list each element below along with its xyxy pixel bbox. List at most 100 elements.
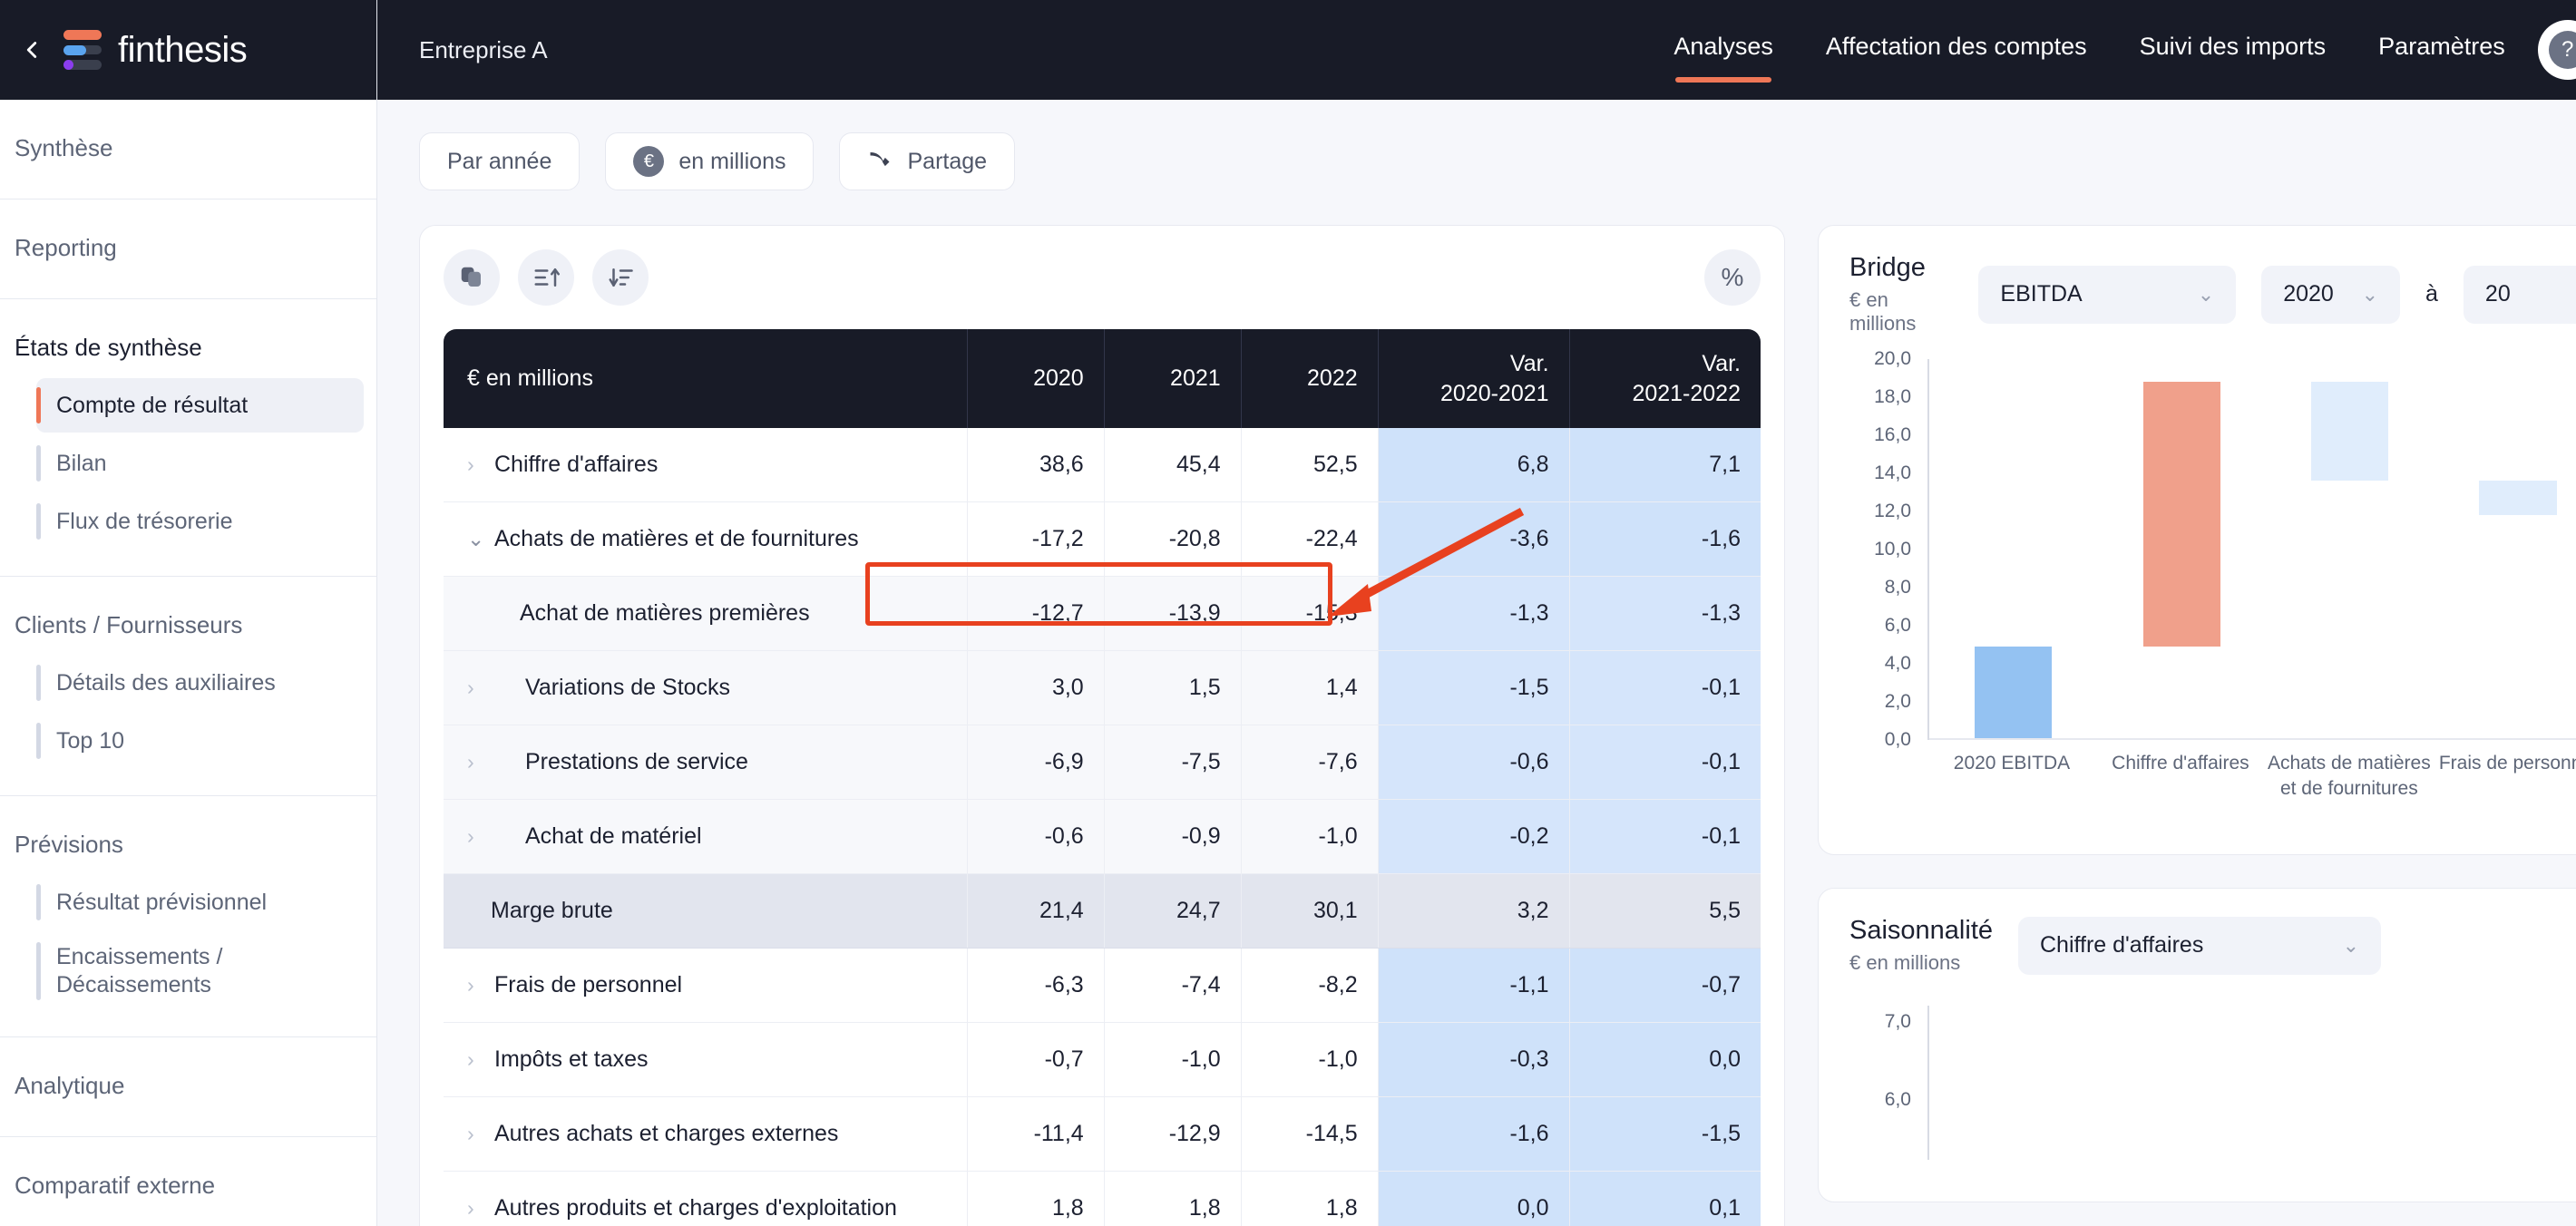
copy-icon[interactable]: [444, 249, 500, 306]
topnav-item-suivi-des-imports[interactable]: Suivi des imports: [2140, 33, 2327, 68]
variation-cell: -1,5: [1568, 1096, 1761, 1172]
bridge-card: Bridge € en millions EBITDA ⌄ 2020 ⌄ à 2…: [1818, 225, 2576, 855]
unit-millions-label: en millions: [678, 148, 786, 174]
col-header-label[interactable]: € en millions: [444, 329, 968, 428]
chevron-down-icon: ⌄: [2361, 282, 2379, 306]
row-label-cell[interactable]: › Autres achats et charges externes: [444, 1096, 968, 1172]
sidebar-item-top-10[interactable]: Top 10: [36, 714, 364, 768]
per-year-button[interactable]: Par année: [419, 132, 581, 190]
table-row[interactable]: › Achat de matériel -0,6 -0,9 -1,0 -0,2 -0,1: [444, 799, 1761, 874]
bridge-bar[interactable]: [2310, 382, 2389, 482]
row-label-cell[interactable]: › Autres produits et charges d'exploitati…: [444, 1171, 968, 1226]
bridge-bar[interactable]: [2479, 481, 2557, 516]
sidebar-section-header[interactable]: États de synthèse: [0, 321, 376, 375]
value-cell: -12,7: [966, 576, 1105, 651]
col-header-var-2021-2022[interactable]: Var. 2021-2022: [1568, 329, 1761, 428]
chevron-right-icon[interactable]: ›: [467, 676, 494, 700]
table-row[interactable]: › Autres produits et charges d'exploitati…: [444, 1171, 1761, 1226]
value-cell: -0,7: [966, 1022, 1105, 1097]
col-header-2022[interactable]: 2022: [1240, 329, 1379, 428]
sidebar-section-header[interactable]: Comparatif externe: [0, 1159, 376, 1212]
saisonnalite-metric-select[interactable]: Chiffre d'affaires ⌄: [2018, 916, 2381, 975]
chevron-right-icon[interactable]: ›: [467, 452, 494, 477]
variation-cell: 3,2: [1377, 873, 1570, 949]
row-label: Impôts et taxes: [494, 1046, 649, 1072]
table-row[interactable]: Marge brute 21,4 24,7 30,1 3,2 5,5: [444, 873, 1761, 949]
percent-toggle-button[interactable]: %: [1704, 249, 1761, 306]
sidebar-item-d-tails-des-auxiliaires[interactable]: Détails des auxiliaires: [36, 656, 364, 710]
chevron-right-icon[interactable]: ›: [467, 1047, 494, 1072]
table-row[interactable]: › Frais de personnel -6,3 -7,4 -8,2 -1,1 -0,7: [444, 948, 1761, 1023]
row-label-cell[interactable]: › Impôts et taxes: [444, 1022, 968, 1097]
bridge-plot-area: [1927, 359, 2576, 740]
chevron-left-icon[interactable]: [16, 34, 47, 65]
value-cell: 30,1: [1240, 873, 1379, 949]
unit-millions-button[interactable]: € en millions: [605, 132, 815, 190]
bridge-year-to-select[interactable]: 20: [2463, 265, 2576, 324]
chevron-right-icon[interactable]: ›: [467, 1122, 494, 1146]
chevron-right-icon[interactable]: ›: [467, 973, 494, 997]
table-row[interactable]: › Chiffre d'affaires 38,6 45,4 52,5 6,8 7,1: [444, 428, 1761, 502]
sidebar-section-header[interactable]: Reporting: [0, 221, 376, 275]
value-cell: -7,4: [1103, 948, 1242, 1023]
variation-cell: 7,1: [1568, 428, 1761, 502]
bridge-year-from-select[interactable]: 2020 ⌄: [2261, 265, 2401, 324]
sidebar-item-compte-de-r-sultat[interactable]: Compte de résultat: [36, 378, 364, 433]
chevron-right-icon[interactable]: ›: [467, 824, 494, 849]
sort-descending-icon[interactable]: [592, 249, 649, 306]
table-row[interactable]: › Impôts et taxes -0,7 -1,0 -1,0 -0,3 0,0: [444, 1022, 1761, 1097]
sidebar-item-r-sultat-pr-visionnel[interactable]: Résultat prévisionnel: [36, 875, 364, 929]
row-label-cell[interactable]: › Chiffre d'affaires: [444, 428, 968, 502]
row-label-cell[interactable]: Marge brute: [444, 873, 968, 949]
expand-rows-icon[interactable]: [518, 249, 574, 306]
sidebar-section-header[interactable]: Prévisions: [0, 818, 376, 871]
help-button[interactable]: ?: [2537, 20, 2576, 80]
variation-cell: -0,6: [1377, 725, 1570, 800]
bridge-metric-select[interactable]: EBITDA ⌄: [1978, 265, 2237, 324]
row-label-cell[interactable]: Achat de matières premières: [444, 576, 968, 651]
sidebar-item-label: Encaissements / Décaissements: [56, 943, 223, 997]
topnav-item-analyses[interactable]: Analyses: [1673, 33, 1773, 83]
sidebar-section-header[interactable]: Analytique: [0, 1059, 376, 1113]
bridge-year-from-value: 2020: [2283, 281, 2334, 306]
sidebar-section-header[interactable]: Clients / Fournisseurs: [0, 598, 376, 652]
topnav-item-affectation-des-comptes[interactable]: Affectation des comptes: [1826, 33, 2087, 68]
col-header-2020[interactable]: 2020: [966, 329, 1105, 428]
chevron-right-icon[interactable]: ›: [467, 750, 494, 774]
bridge-bar[interactable]: [2142, 382, 2220, 647]
share-button[interactable]: Partage: [839, 132, 1016, 190]
x-axis-label: Achats de matières et de fournitures: [2267, 753, 2431, 800]
chevron-right-icon[interactable]: ›: [467, 1196, 494, 1221]
sidebar: finthesis Synthèse Reporting États de synt…: [0, 0, 377, 1226]
table-row[interactable]: › Autres achats et charges externes -11,4-…: [444, 1096, 1761, 1172]
sidebar-section-header[interactable]: Synthèse: [0, 122, 376, 175]
sidebar-item-flux-de-tr-sorerie[interactable]: Flux de trésorerie: [36, 494, 364, 549]
topnav-item-param-tres[interactable]: Paramètres: [2378, 33, 2505, 68]
bridge-bar[interactable]: [1975, 647, 2053, 740]
saisonnalite-card: Saisonnalité € en millions Chiffre d'aff…: [1818, 888, 2576, 1202]
table-row[interactable]: › Prestations de service -6,9 -7,5 -7,6 -0,6-…: [444, 725, 1761, 800]
y-axis-tick: 6,0: [1884, 1089, 1911, 1110]
row-label-cell[interactable]: › Prestations de service: [444, 725, 968, 800]
variation-cell: 0,0: [1377, 1171, 1570, 1226]
sidebar-section: Clients / Fournisseurs Détails des auxili…: [0, 577, 376, 796]
value-cell: 52,5: [1240, 428, 1379, 502]
row-label-cell[interactable]: › Achat de matériel: [444, 799, 968, 874]
value-cell: -7,5: [1103, 725, 1242, 800]
sidebar-item-encaissements-d-caissements[interactable]: Encaissements / Décaissements: [36, 933, 364, 1009]
var-head-line1: Var.: [1702, 351, 1741, 376]
row-label-cell[interactable]: › Variations de Stocks: [444, 650, 968, 725]
row-label-cell[interactable]: ⌄ Achats de matières et de fournitures: [444, 501, 968, 577]
brand-name: finthesis: [118, 29, 248, 70]
col-header-2021[interactable]: 2021: [1103, 329, 1242, 428]
table-row[interactable]: › Variations de Stocks 3,0 1,5 1,4 -1,5 -0,1: [444, 650, 1761, 725]
panels-row: % € en millions 2020 2021 2022 Var. 2020…: [419, 225, 2576, 1226]
sidebar-item-bilan[interactable]: Bilan: [36, 436, 364, 491]
chevron-down-icon[interactable]: ⌄: [467, 527, 494, 551]
saisonnalite-metric-value: Chiffre d'affaires: [2040, 932, 2204, 958]
table-row[interactable]: ⌄ Achats de matières et de fournitures -17…: [444, 501, 1761, 577]
row-label-cell[interactable]: › Frais de personnel: [444, 948, 968, 1023]
table-head: € en millions 2020 2021 2022 Var. 2020-20…: [444, 329, 1761, 428]
table-row[interactable]: Achat de matières premières -12,7 -13,9 -15…: [444, 576, 1761, 651]
col-header-var-2020-2021[interactable]: Var. 2020-2021: [1377, 329, 1570, 428]
